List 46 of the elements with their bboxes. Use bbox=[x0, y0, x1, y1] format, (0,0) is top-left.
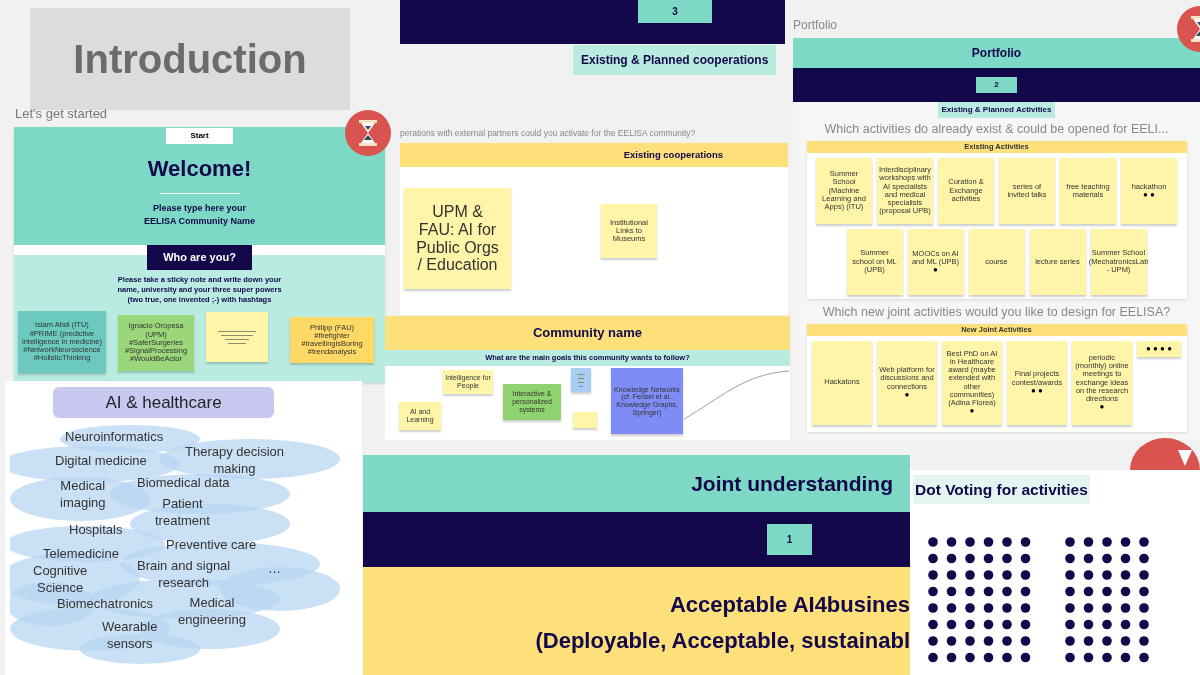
topic-title: AI & healthcare bbox=[105, 391, 222, 414]
topic-word: Hospitals bbox=[69, 521, 123, 538]
start-label: Start bbox=[166, 128, 233, 144]
question-text: Which activities do already exist & could be opened for EELI... bbox=[824, 121, 1169, 138]
vote-dots: ● ● ● ● bbox=[1146, 344, 1172, 353]
vote-dots: ● bbox=[933, 266, 938, 274]
vote-dots: ● ● bbox=[1031, 386, 1043, 395]
step-number: 1 bbox=[767, 524, 812, 555]
topic-word: Therapy decision making bbox=[185, 443, 284, 477]
topic-word: Wearable sensors bbox=[102, 618, 158, 652]
intro-title: Introduction bbox=[73, 36, 307, 83]
joint-title: Joint understanding bbox=[691, 470, 893, 497]
topic-word: Neuroinformatics bbox=[65, 428, 164, 445]
topic-word: … bbox=[268, 560, 281, 577]
topic-word: Patient treatment bbox=[155, 495, 210, 529]
welcome-title: Welcome! bbox=[147, 155, 252, 183]
topic-word: Cognitive Science bbox=[33, 562, 88, 596]
community-title: Community name bbox=[532, 324, 643, 343]
who-heading: Who are you? bbox=[147, 245, 252, 270]
section-chip: Existing & Planned Activities bbox=[937, 102, 1056, 118]
topic-word: Digital medicine bbox=[55, 452, 147, 469]
topic-word: Telemedicine bbox=[43, 545, 119, 562]
section-chip: Existing & Planned cooperations bbox=[573, 45, 777, 75]
topic-word: Brain and signal research bbox=[137, 557, 231, 591]
note-text: UPM & FAU: AI for Public Orgs / Education bbox=[416, 203, 499, 274]
topic-word: Preventive care bbox=[166, 536, 257, 553]
topic-word: Medical engineering bbox=[178, 594, 246, 628]
step-number: 3 bbox=[638, 0, 712, 23]
frame-label: Portfolio bbox=[793, 17, 838, 34]
question-text: Which new joint activities would you like to design for EELISA? bbox=[822, 303, 1171, 321]
topic-word: Medical imaging bbox=[60, 477, 106, 511]
step-number: 2 bbox=[976, 77, 1017, 93]
vote-dots: ● bbox=[969, 407, 975, 416]
prompt-text: Please type here your EELISA Community Name bbox=[143, 202, 256, 228]
board-header: Existing cooperations bbox=[623, 147, 723, 162]
topic-word: Biomedical data bbox=[137, 475, 230, 491]
voting-title: Dot Voting for activities bbox=[913, 475, 1090, 505]
vote-dots: ● ● bbox=[1143, 190, 1155, 199]
headline-text: Acceptable AI4busines bbox=[669, 591, 910, 619]
frame-label: Let's get started bbox=[15, 105, 108, 123]
vote-dots: ● bbox=[904, 390, 910, 399]
vote-dots: ● bbox=[1099, 403, 1105, 412]
question-text: perations with external partners could you activate for the EELISA community? bbox=[400, 127, 696, 140]
headline-text: (Deployable, Acceptable, sustainabl bbox=[535, 627, 910, 655]
topic-word: Biomechatronics bbox=[57, 595, 154, 612]
portfolio-title: Portfolio bbox=[971, 45, 1022, 62]
